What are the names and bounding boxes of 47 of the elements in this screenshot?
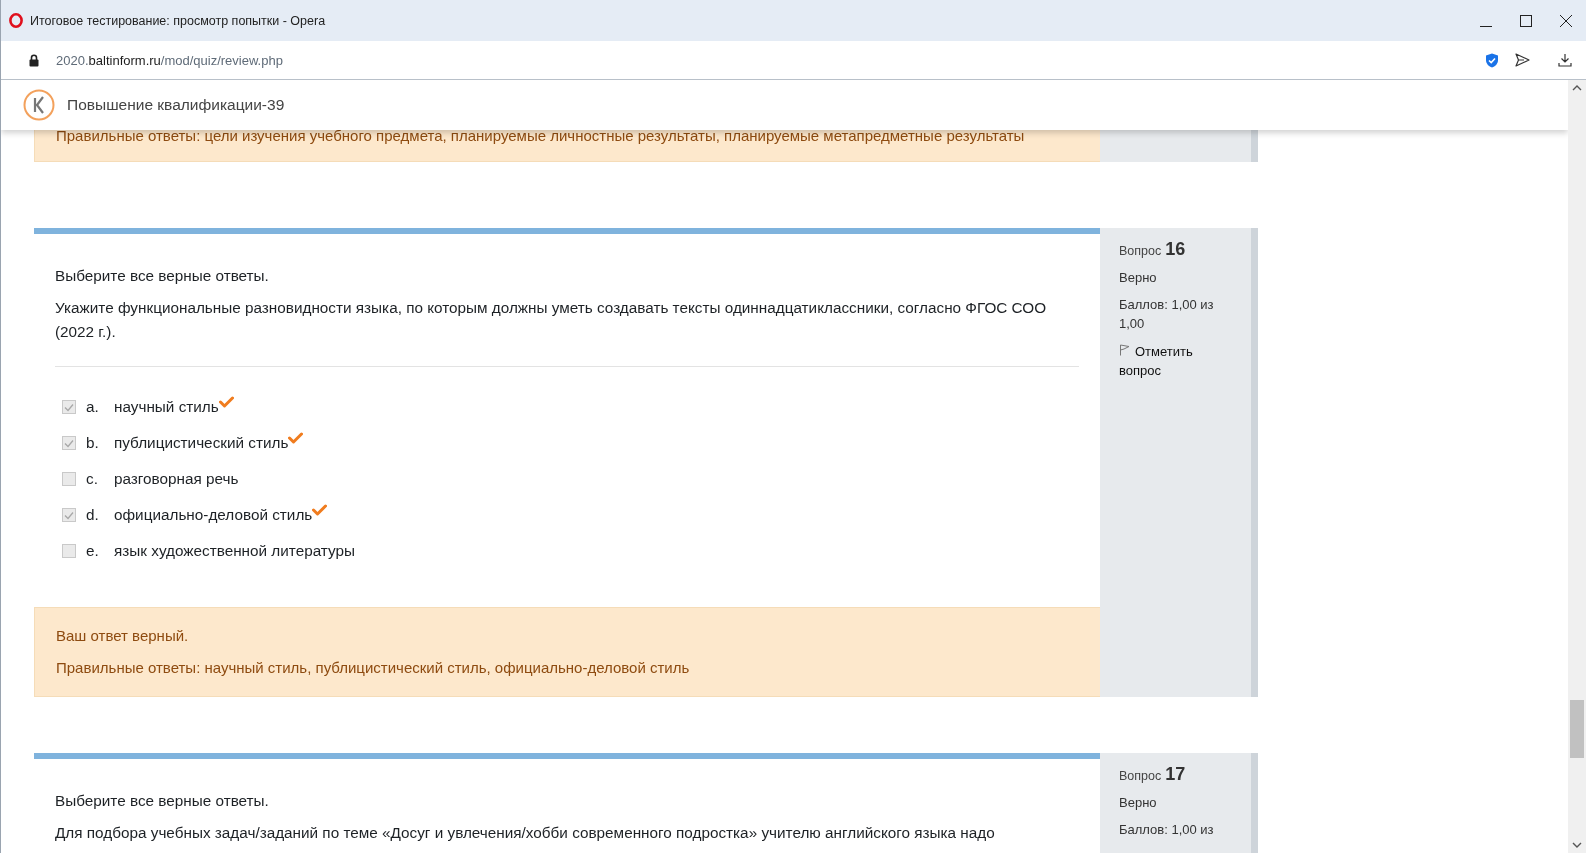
feedback-message: Ваш ответ верный. <box>56 626 190 646</box>
option-letter: d. <box>86 505 100 525</box>
correct-answers: Правильные ответы: научный стиль, публицистический стиль, официально-деловой стиль <box>56 658 691 678</box>
site-logo-icon[interactable] <box>23 89 55 121</box>
send-icon[interactable] <box>1515 53 1530 67</box>
scroll-down-icon[interactable] <box>1572 841 1582 849</box>
option-text: официально-деловой стиль <box>114 505 313 525</box>
option-letter: a. <box>86 397 100 417</box>
option-letter: c. <box>86 469 99 489</box>
answer-checkbox[interactable] <box>62 472 76 486</box>
correct-answers: Правильные ответы: цели изучения учебного предмета, планируемые личностные результаты, планируемые метапредметные результаты <box>56 126 1026 146</box>
browser-logo-icon <box>9 13 23 28</box>
scroll-up-icon[interactable] <box>1572 84 1582 92</box>
answer-checkbox[interactable] <box>62 544 76 558</box>
address-field[interactable]: 2020.baltinform.ru/mod/quiz/review.php <box>56 52 283 68</box>
window-title: Итоговое тестирование: просмотр попытки - Opera <box>30 13 326 28</box>
answer-checkbox[interactable] <box>62 436 76 450</box>
maximize-icon[interactable] <box>1520 14 1532 27</box>
flag-icon <box>1119 344 1130 356</box>
flag-question-link[interactable]: Отметить вопрос <box>1119 342 1219 380</box>
close-icon[interactable] <box>1560 14 1572 27</box>
question-state: Верно <box>1119 794 1158 812</box>
download-icon[interactable] <box>1558 53 1572 67</box>
question-grade: Баллов: 1,00 из <box>1119 821 1215 839</box>
option-text: разговорная речь <box>114 469 239 489</box>
question-number: 16 <box>1165 240 1186 259</box>
question-instruction: Выберите все верные ответы. <box>55 266 270 286</box>
option-text: язык художественной литературы <box>114 541 355 561</box>
answer-checkbox[interactable] <box>62 400 76 414</box>
question-state: Верно <box>1119 269 1158 287</box>
option-text: публицистический стиль <box>114 433 289 453</box>
scrollbar-thumb[interactable] <box>1570 700 1584 758</box>
question-number: 17 <box>1165 765 1186 784</box>
lock-icon <box>29 53 39 67</box>
shield-check-icon[interactable] <box>1485 52 1499 68</box>
answer-checkbox[interactable] <box>62 508 76 522</box>
question-text: Укажите функциональные разновидности языка, по которым должны уметь создавать тексты одиннадцатиклассники, согласно ФГОС СОО (2022 г.). <box>55 298 1048 342</box>
question-instruction: Выберите все верные ответы. <box>55 791 270 811</box>
question-label: Вопрос <box>1119 243 1162 260</box>
option-letter: b. <box>86 433 100 453</box>
option-text: научный стиль <box>114 397 219 417</box>
site-title[interactable]: Повышение квалификации-39 <box>67 96 285 114</box>
question-label: Вопрос <box>1119 768 1162 785</box>
option-letter: e. <box>86 541 100 561</box>
question-text: Для подбора учебных задач/заданий по теме «Досуг и увлечения/хобби современного подростка» учителю английского языка надо <box>55 823 996 843</box>
scrollbar[interactable] <box>1568 80 1586 853</box>
question-grade: Баллов: 1,00 из 1,00 <box>1119 296 1215 333</box>
